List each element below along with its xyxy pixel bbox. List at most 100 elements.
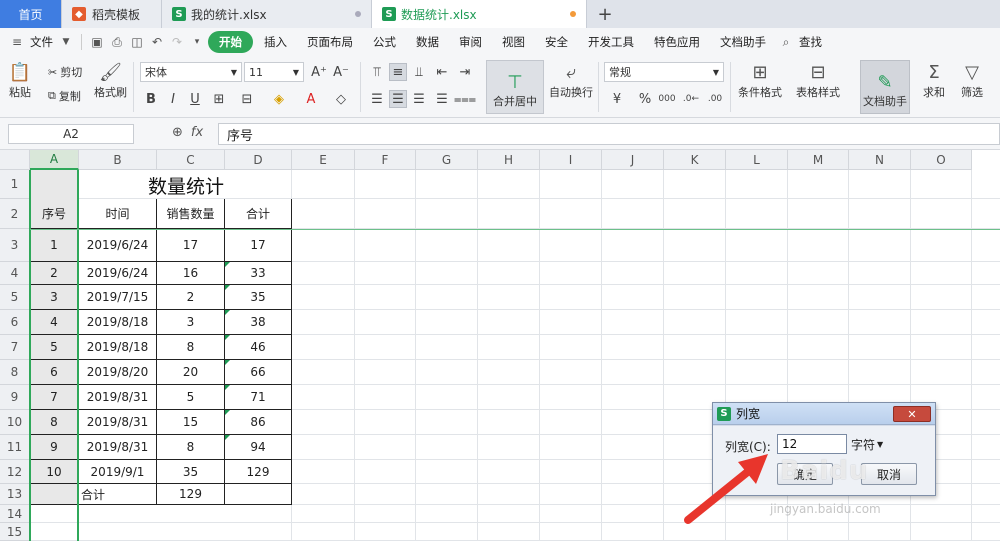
cell-c10[interactable]: 15 — [157, 410, 225, 435]
cut-button[interactable]: ✂ 剪切 — [48, 64, 82, 80]
print-preview-icon[interactable]: ◫ — [128, 33, 146, 51]
font-color-icon[interactable]: A — [302, 90, 320, 108]
thousands-icon[interactable]: 000 — [658, 90, 676, 108]
indent-increase-icon[interactable]: ⇥ — [456, 63, 474, 81]
formula-input[interactable]: 序号 — [218, 123, 1000, 145]
cell-d10[interactable]: 86 — [225, 410, 292, 435]
row-header-10[interactable]: 10 — [0, 410, 30, 435]
cell-b6[interactable]: 2019/8/18 — [79, 310, 157, 335]
menu-review[interactable]: 审阅 — [450, 31, 491, 53]
format-painter-button[interactable]: 🖌 格式刷 — [94, 60, 127, 100]
cell-c5[interactable]: 2 — [157, 285, 225, 310]
row-header-13[interactable]: 13 — [0, 484, 30, 505]
cell-a12[interactable]: 10 — [30, 460, 79, 484]
menu-file[interactable]: 文件 — [28, 31, 55, 53]
cell-d8[interactable]: 66 — [225, 360, 292, 385]
row-header-5[interactable]: 5 — [0, 285, 30, 310]
row-header-4[interactable]: 4 — [0, 262, 30, 285]
row-header-15[interactable]: 15 — [0, 523, 30, 541]
column-header-g[interactable]: G — [416, 150, 478, 170]
cell-a5[interactable]: 3 — [30, 285, 79, 310]
cell-a2[interactable]: 序号 — [30, 199, 79, 229]
merge-cells-icon[interactable]: ⊟ — [238, 90, 256, 108]
align-top-icon[interactable]: ⫪ — [368, 63, 386, 81]
row-header-14[interactable]: 14 — [0, 505, 30, 523]
cell-c9[interactable]: 5 — [157, 385, 225, 410]
column-header-m[interactable]: M — [788, 150, 849, 170]
tab-my-stats-file[interactable]: S 我的统计.xlsx — [162, 0, 372, 28]
customize-icon[interactable]: ▾ — [188, 33, 206, 51]
menu-view[interactable]: 视图 — [493, 31, 534, 53]
cell-d11[interactable]: 94 — [225, 435, 292, 460]
column-header-l[interactable]: L — [726, 150, 788, 170]
menu-data[interactable]: 数据 — [407, 31, 448, 53]
menu-page-layout[interactable]: 页面布局 — [298, 31, 362, 53]
doc-assistant-button[interactable]: ✎ 文档助手 — [860, 60, 910, 114]
cell-a1[interactable] — [30, 170, 79, 199]
zoom-icon[interactable]: ⊕ — [172, 125, 183, 140]
underline-icon[interactable]: U — [186, 90, 204, 108]
indent-decrease-icon[interactable]: ⇤ — [433, 63, 451, 81]
align-right-icon[interactable]: ☰ — [410, 90, 428, 108]
italic-icon[interactable]: I — [164, 90, 182, 108]
cell-c13[interactable]: 129 — [157, 484, 225, 505]
align-middle-icon[interactable]: ≡ — [389, 63, 407, 81]
fill-color-icon[interactable]: ◈ — [270, 90, 288, 108]
row-header-12[interactable]: 12 — [0, 460, 30, 484]
copy-button[interactable]: ⧉ 复制 — [48, 88, 81, 104]
hamburger-menu-icon[interactable]: ≡ — [8, 33, 26, 51]
number-format-select[interactable]: 常规 ▼ — [604, 62, 724, 82]
cell-a8[interactable]: 6 — [30, 360, 79, 385]
cell-c4[interactable]: 16 — [157, 262, 225, 285]
cell-b3[interactable]: 2019/6/24 — [79, 229, 157, 262]
cell-d2[interactable]: 合计 — [225, 199, 292, 229]
search-icon[interactable]: ⌕ — [777, 33, 795, 51]
cell-d3[interactable]: 17 — [225, 229, 292, 262]
sum-button[interactable]: Σ 求和 — [922, 60, 946, 100]
cell-b10[interactable]: 2019/8/31 — [79, 410, 157, 435]
save-icon[interactable]: ▣ — [88, 33, 106, 51]
table-style-button[interactable]: ⊟ 表格样式 — [796, 60, 840, 100]
font-grow-icon[interactable]: A⁺ — [310, 63, 328, 81]
conditional-format-button[interactable]: ⊞ 条件格式 — [738, 60, 782, 100]
justify-icon[interactable]: ☰ — [433, 90, 451, 108]
cell-d4[interactable]: 33 — [225, 262, 292, 285]
column-header-b[interactable]: B — [79, 150, 157, 170]
cell-a10[interactable]: 8 — [30, 410, 79, 435]
new-tab-button[interactable]: + — [587, 0, 623, 28]
undo-icon[interactable]: ↶ — [148, 33, 166, 51]
unit-select[interactable]: 字符 ▼ — [851, 435, 903, 453]
tab-close-dot[interactable] — [355, 11, 361, 17]
cell-a13[interactable] — [30, 484, 79, 505]
cell-a3[interactable]: 1 — [30, 229, 79, 262]
cell-c8[interactable]: 20 — [157, 360, 225, 385]
column-header-a[interactable]: A — [30, 150, 79, 170]
menu-special-apps[interactable]: 特色应用 — [645, 31, 709, 53]
cell-a7[interactable]: 5 — [30, 335, 79, 360]
cell-b13[interactable]: 合计 — [79, 484, 157, 505]
menu-developer[interactable]: 开发工具 — [579, 31, 643, 53]
cell-d13[interactable] — [225, 484, 292, 505]
align-center-icon[interactable]: ☰ — [389, 90, 407, 108]
align-bottom-icon[interactable]: ⫫ — [410, 63, 428, 81]
decimal-decrease-icon[interactable]: .00 — [706, 90, 724, 108]
menu-formulas[interactable]: 公式 — [364, 31, 405, 53]
cell-a9[interactable]: 7 — [30, 385, 79, 410]
cell-c11[interactable]: 8 — [157, 435, 225, 460]
close-button[interactable]: ✕ — [893, 406, 931, 422]
filter-button[interactable]: ▽ 筛选 — [960, 60, 984, 100]
column-header-d[interactable]: D — [225, 150, 292, 170]
row-header-7[interactable]: 7 — [0, 335, 30, 360]
cell-c2[interactable]: 销售数量 — [157, 199, 225, 229]
column-header-n[interactable]: N — [849, 150, 911, 170]
menu-search[interactable]: 查找 — [797, 31, 824, 53]
cell-b8[interactable]: 2019/8/20 — [79, 360, 157, 385]
cell-a4[interactable]: 2 — [30, 262, 79, 285]
font-shrink-icon[interactable]: A⁻ — [332, 63, 350, 81]
sheet-title[interactable]: 数量统计 — [80, 171, 292, 199]
row-header-3[interactable]: 3 — [0, 229, 30, 262]
column-header-o[interactable]: O — [911, 150, 972, 170]
cell-b7[interactable]: 2019/8/18 — [79, 335, 157, 360]
row-header-1[interactable]: 1 — [0, 170, 30, 199]
column-header-i[interactable]: I — [540, 150, 602, 170]
